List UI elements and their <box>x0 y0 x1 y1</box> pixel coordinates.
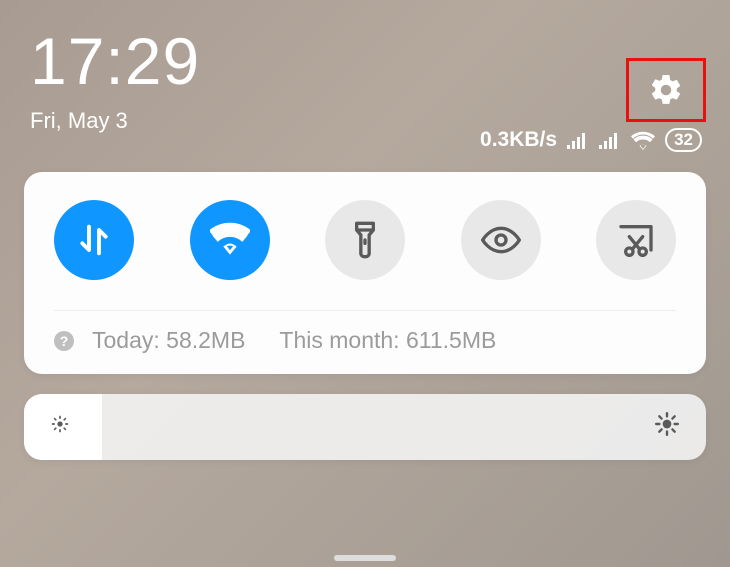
brightness-high-icon <box>654 411 680 444</box>
scissors-crop-icon <box>616 220 656 260</box>
quick-settings-panel: ? Today: 58.2MB This month: 611.5MB <box>24 172 706 374</box>
data-usage-row[interactable]: ? Today: 58.2MB This month: 611.5MB <box>54 327 676 354</box>
flashlight-toggle[interactable] <box>325 200 405 280</box>
status-bar: 0.3KB/s 32 <box>480 128 702 152</box>
quick-toggles-row <box>54 196 676 300</box>
brightness-slider[interactable] <box>24 394 706 460</box>
brightness-low-icon <box>50 414 70 440</box>
panel-divider <box>54 310 676 311</box>
wifi-icon <box>210 220 250 260</box>
signal-sim1-icon <box>567 131 589 149</box>
usage-today: Today: 58.2MB <box>92 327 245 354</box>
clock-time: 17:29 <box>30 28 700 94</box>
settings-button[interactable] <box>626 58 706 122</box>
usage-month: This month: 611.5MB <box>279 327 496 354</box>
reading-mode-toggle[interactable] <box>461 200 541 280</box>
home-handle[interactable] <box>334 555 396 561</box>
data-arrows-icon <box>74 220 114 260</box>
signal-sim2-icon <box>599 131 621 149</box>
mobile-data-toggle[interactable] <box>54 200 134 280</box>
notification-header: 17:29 Fri, May 3 0.3KB/s 32 <box>0 0 730 144</box>
flashlight-icon <box>345 220 385 260</box>
gear-icon <box>648 72 684 108</box>
battery-level: 32 <box>665 128 702 152</box>
wifi-status-icon <box>631 130 655 150</box>
eye-icon <box>481 220 521 260</box>
network-speed: 0.3KB/s <box>480 128 557 152</box>
screenshot-toggle[interactable] <box>596 200 676 280</box>
wifi-toggle[interactable] <box>190 200 270 280</box>
help-icon: ? <box>54 331 74 351</box>
